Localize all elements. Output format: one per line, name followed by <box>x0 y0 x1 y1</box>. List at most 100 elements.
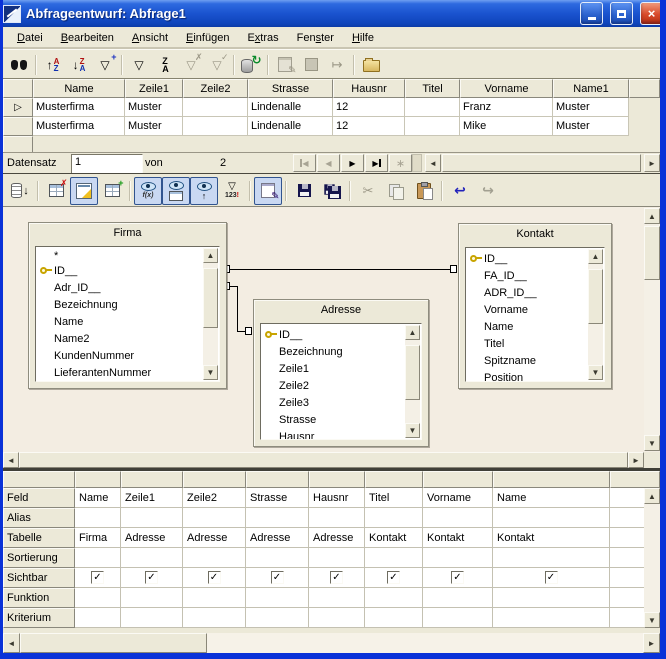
datasheet-cell[interactable]: 12 <box>333 117 405 136</box>
grid-cell[interactable] <box>75 548 121 568</box>
datasheet-cell[interactable] <box>183 98 248 117</box>
field-item[interactable]: Adr_ID__ <box>40 279 219 296</box>
save-button[interactable] <box>290 177 318 205</box>
limit-rows-button[interactable]: ▽123! <box>218 177 246 205</box>
grid-column-selector[interactable] <box>121 471 183 488</box>
row-selector[interactable] <box>3 136 33 153</box>
grid-cell[interactable]: Kontakt <box>365 528 423 548</box>
grid-cell[interactable]: Strasse <box>246 488 309 508</box>
scroll-up-icon[interactable]: ▲ <box>405 325 420 340</box>
grid-cell[interactable]: Name <box>493 488 610 508</box>
table-window-adresse[interactable]: Adresse ID__ Bezeichnung Zeile1 Zeile2 Z… <box>253 299 429 447</box>
grid-cell[interactable] <box>183 608 246 628</box>
column-header[interactable]: Zeile1 <box>125 79 183 98</box>
field-item[interactable]: ID__ <box>470 250 604 267</box>
field-item[interactable]: Bezeichnung <box>265 343 421 360</box>
data-source-order-button[interactable]: ↓ <box>6 177 34 205</box>
join-line-firma-adresse[interactable] <box>237 286 238 332</box>
design-view-button[interactable] <box>70 177 98 205</box>
menu-ansicht[interactable]: Ansicht <box>123 29 177 48</box>
visible-checkbox[interactable]: ✓ <box>451 571 464 584</box>
scrollbar-thumb[interactable] <box>20 633 207 653</box>
datasheet-cell[interactable] <box>405 117 460 136</box>
field-list-scrollbar[interactable]: ▲ ▼ <box>588 249 603 380</box>
scrollbar-thumb[interactable] <box>588 269 603 324</box>
grid-cell[interactable] <box>365 508 423 528</box>
new-record-button[interactable]: ∗ <box>389 154 412 172</box>
grid-cell[interactable] <box>309 548 365 568</box>
sort-dialog-button[interactable]: ZA <box>152 52 178 77</box>
grid-cell[interactable] <box>493 588 610 608</box>
grid-cell[interactable]: Titel <box>365 488 423 508</box>
scroll-left-icon[interactable]: ◄ <box>3 633 20 653</box>
undo-button[interactable]: ↩ <box>446 177 474 205</box>
minimize-button[interactable] <box>580 2 603 25</box>
datasheet-cell[interactable] <box>405 98 460 117</box>
field-item[interactable]: Hausnr <box>265 428 421 440</box>
remove-filter-button[interactable]: ▽✗ <box>178 52 204 77</box>
save-record-button[interactable] <box>298 52 324 77</box>
visible-checkbox[interactable]: ✓ <box>545 571 558 584</box>
scrollbar-track[interactable] <box>207 633 643 653</box>
scroll-right-icon[interactable]: ► <box>628 452 644 468</box>
grid-cell[interactable] <box>493 548 610 568</box>
sheet-scroll-right-button[interactable]: ► <box>644 154 660 172</box>
grid-column-selector[interactable] <box>246 471 309 488</box>
visible-checkbox[interactable]: ✓ <box>330 571 343 584</box>
menu-bearbeiten[interactable]: Bearbeiten <box>52 29 123 48</box>
table-title[interactable]: Firma <box>29 223 226 243</box>
design-horizontal-scrollbar[interactable]: ◄ ► <box>3 452 644 468</box>
grid-cell[interactable] <box>246 588 309 608</box>
select-all-corner[interactable] <box>3 79 33 98</box>
refresh-data-button[interactable]: ↻ <box>238 52 264 77</box>
grid-vertical-scrollbar[interactable]: ▲ ▼ <box>644 488 660 628</box>
field-list-scrollbar[interactable]: ▲ ▼ <box>203 248 218 380</box>
scrollbar-thumb[interactable] <box>203 268 218 328</box>
grid-cell[interactable] <box>75 608 121 628</box>
scroll-up-icon[interactable]: ▲ <box>203 248 218 263</box>
switch-design-view-button[interactable]: ✎ <box>254 177 282 205</box>
field-item[interactable]: Name2 <box>40 330 219 347</box>
table-window-kontakt[interactable]: Kontakt ID__ FA_ID__ ADR_ID__ Vorname Na… <box>458 223 612 389</box>
column-header[interactable]: Titel <box>405 79 460 98</box>
grid-cell[interactable] <box>423 588 493 608</box>
scrollbar-thumb[interactable] <box>644 226 660 280</box>
grid-column-selector[interactable] <box>423 471 493 488</box>
scroll-down-icon[interactable]: ▼ <box>644 612 660 628</box>
field-item[interactable]: Strasse <box>265 411 421 428</box>
field-item[interactable]: Zeile3 <box>265 394 421 411</box>
field-item[interactable]: Vorname <box>470 301 604 318</box>
grid-cell[interactable] <box>246 608 309 628</box>
column-header[interactable]: Name <box>33 79 125 98</box>
close-button[interactable]: × <box>640 2 663 25</box>
grid-cell[interactable]: Adresse <box>309 528 365 548</box>
maximize-button[interactable] <box>610 2 633 25</box>
field-item[interactable]: ID__ <box>40 262 219 279</box>
field-item[interactable]: Spitzname <box>470 352 604 369</box>
grid-cell[interactable]: Adresse <box>246 528 309 548</box>
next-record-button[interactable]: ▶ <box>341 154 364 172</box>
scroll-up-icon[interactable]: ▲ <box>644 488 660 504</box>
menu-fenster[interactable]: Fenster <box>288 29 343 48</box>
sheet-scrollbar-thumb[interactable] <box>442 154 641 172</box>
redo-button[interactable]: ↪ <box>474 177 502 205</box>
grid-cell[interactable] <box>423 548 493 568</box>
grid-column-selector[interactable] <box>183 471 246 488</box>
column-header[interactable]: Hausnr <box>333 79 405 98</box>
datasheet-cell[interactable]: Franz <box>460 98 553 117</box>
first-record-button[interactable]: ◀ <box>293 154 316 172</box>
cut-button[interactable]: ✂ <box>354 177 382 205</box>
edit-record-button[interactable]: ✎ <box>272 52 298 77</box>
grid-cell[interactable] <box>365 588 423 608</box>
grid-cell[interactable] <box>75 508 121 528</box>
add-table-button[interactable]: + <box>98 177 126 205</box>
paste-button[interactable] <box>410 177 438 205</box>
field-list-scrollbar[interactable]: ▲ ▼ <box>405 325 420 438</box>
datasheet-cell[interactable]: Lindenalle <box>248 117 333 136</box>
grid-cell[interactable]: Firma <box>75 528 121 548</box>
grid-cell[interactable] <box>121 608 183 628</box>
scroll-up-icon[interactable]: ▲ <box>644 208 660 224</box>
field-item[interactable]: Position <box>470 369 604 382</box>
grid-column-selector[interactable] <box>493 471 610 488</box>
grid-cell[interactable] <box>75 588 121 608</box>
